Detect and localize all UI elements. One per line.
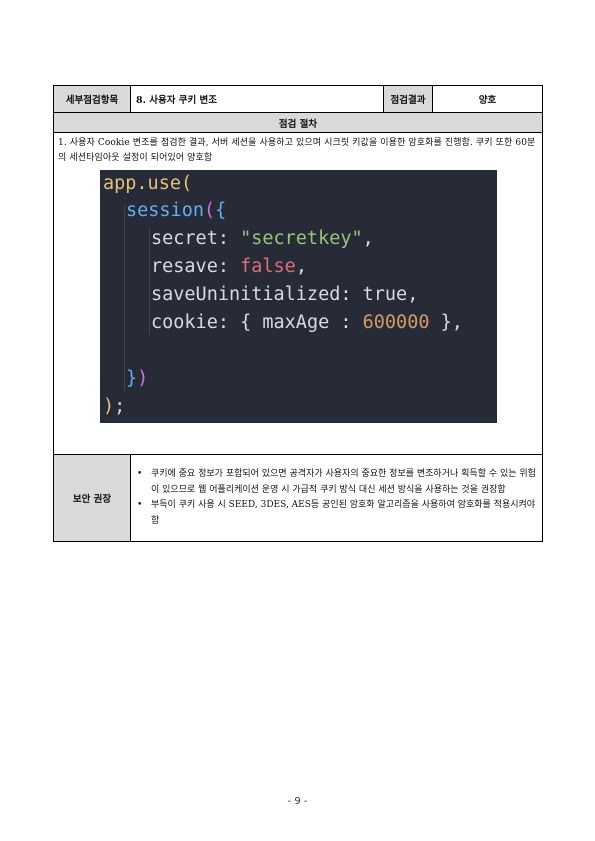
code-token: saveUninitialized xyxy=(151,284,341,305)
list-item: • 부득이 쿠키 사용 시 SEED, 3DES, AES등 공인된 암호화 알… xyxy=(137,498,536,529)
code-token: , xyxy=(451,312,463,333)
bullet: • xyxy=(137,500,143,510)
code-token: , xyxy=(362,228,374,249)
indent-guide xyxy=(149,227,150,335)
result-label: 점검결과 xyxy=(384,86,433,112)
code-token: secret xyxy=(151,228,218,249)
recommendation-list: • 쿠키에 중요 정보가 포함되어 있으면 공격자가 사용자의 중요한 정보를 … xyxy=(131,455,542,541)
code-token: ( xyxy=(180,173,193,194)
code-token: : xyxy=(340,284,363,305)
code-line-3: secret: "secretkey", xyxy=(151,229,374,249)
code-token: { xyxy=(215,200,227,221)
code-token: "secretkey" xyxy=(240,228,363,249)
code-token: session xyxy=(126,200,204,221)
list-item: • 쿠키에 중요 정보가 포함되어 있으면 공격자가 사용자의 중요한 정보를 … xyxy=(137,467,536,498)
code-token: cookie xyxy=(151,312,218,333)
code-token: , xyxy=(407,284,419,305)
code-token: resave xyxy=(151,256,218,277)
page-number: - 9 - xyxy=(287,796,308,807)
code-line-9: ); xyxy=(103,397,125,417)
code-token: maxAge xyxy=(262,312,330,333)
procedure-title: 점검 절차 xyxy=(278,118,318,130)
code-token: { xyxy=(240,312,263,333)
code-line-8: }) xyxy=(126,369,148,389)
recommendation-label: 보안 권장 xyxy=(54,455,131,541)
item-label: 세부점검항목 xyxy=(54,86,131,112)
inspection-table: 세부점검항목 8. 사용자 쿠키 변조 점검결과 양호 점검 절차 1. 사용자… xyxy=(53,85,543,542)
code-token: ; xyxy=(114,396,126,417)
code-token: , xyxy=(295,256,307,277)
code-line-2: session({ xyxy=(126,201,226,221)
code-screenshot: app.use( session({ secret: "secretkey", … xyxy=(100,170,497,423)
code-token: true xyxy=(362,284,408,305)
code-line-1: app.use( xyxy=(103,174,192,194)
procedure-description: 1. 사용자 Cookie 변조를 점검한 결과, 서버 세션을 사용하고 있으… xyxy=(58,138,536,163)
result-value: 양호 xyxy=(478,95,497,106)
code-line-4: resave: false, xyxy=(151,257,307,277)
code-token: ) xyxy=(103,396,115,417)
indent-guide xyxy=(124,204,125,391)
code-token: } xyxy=(126,368,138,389)
code-line-6: cookie: { maxAge : 600000 }, xyxy=(151,313,463,333)
header-row: 세부점검항목 8. 사용자 쿠키 변조 점검결과 양호 xyxy=(54,86,542,113)
item-value: 8. 사용자 쿠키 변조 xyxy=(131,86,384,112)
recommendation-text: 쿠키에 중요 정보가 포함되어 있으면 공격자가 사용자의 중요한 정보를 변조… xyxy=(151,469,536,495)
code-token: false xyxy=(240,256,296,277)
code-line-5: saveUninitialized: true, xyxy=(151,285,418,305)
code-token: : xyxy=(329,312,363,333)
recommendation-text: 부득이 쿠키 사용 시 SEED, 3DES, AES등 공인된 암호화 알고리… xyxy=(151,500,536,526)
procedure-title-row: 점검 절차 xyxy=(54,113,542,133)
code-token: : xyxy=(217,256,241,277)
code-token: : xyxy=(217,228,241,249)
code-token: ( xyxy=(203,200,216,221)
code-token: 600000 xyxy=(362,312,430,333)
code-token: } xyxy=(429,312,452,333)
procedure-content-row: 1. 사용자 Cookie 변조를 점검한 결과, 서버 세션을 사용하고 있으… xyxy=(54,133,542,455)
bullet: • xyxy=(137,469,143,479)
recommendation-row: 보안 권장 • 쿠키에 중요 정보가 포함되어 있으면 공격자가 사용자의 중요… xyxy=(54,455,542,541)
code-token: app.use xyxy=(103,173,181,194)
code-token: ) xyxy=(137,368,149,389)
code-token: : xyxy=(217,312,241,333)
